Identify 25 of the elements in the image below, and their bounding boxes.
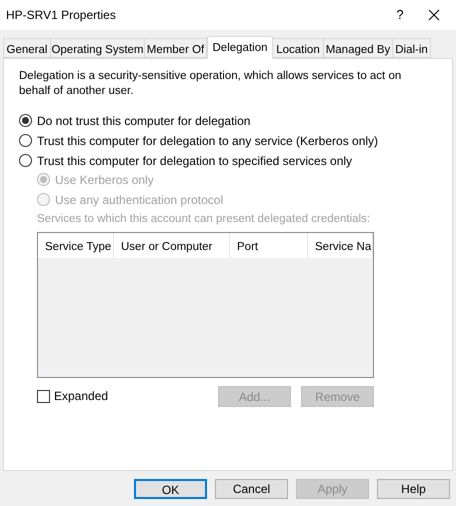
dialog-button[interactable]: Cancel [215,479,288,499]
tab[interactable]: Managed By [323,38,393,58]
radio-label: Trust this computer for delegation to any service (Kerberos only) [37,132,378,150]
services-label: Services to which this account can present delegated credentials: [37,212,372,227]
radio-button[interactable] [19,154,32,167]
tab[interactable]: Dial-in [392,38,431,58]
radio-label: Use Kerberos only [55,172,154,188]
radio-label: Trust this computer for delegation to specified services only [37,152,352,170]
tab[interactable]: General [3,38,51,58]
help-button[interactable]: ? [390,5,410,25]
radio-label: Do not trust this computer for delegation [37,112,250,130]
tab[interactable]: Delegation [207,36,273,59]
radio-button[interactable] [19,134,32,147]
tab[interactable]: Member Of [144,38,207,58]
tab[interactable]: Operating System [50,38,145,58]
checkbox[interactable] [37,390,50,403]
dialog-button[interactable]: OK [134,479,207,499]
tab[interactable]: Location [272,38,324,58]
radio-label: Use any authentication protocol [55,192,224,208]
description-text: Delegation is a security-sensitive operation, which allows services to act on behalf of another user. [19,69,402,99]
checkbox-label: Expanded [54,388,108,406]
window-title: HP-SRV1 Properties [6,7,117,24]
dialog-button[interactable]: Help [377,479,450,499]
radio-button[interactable] [19,114,32,127]
close-icon[interactable] [428,9,440,21]
